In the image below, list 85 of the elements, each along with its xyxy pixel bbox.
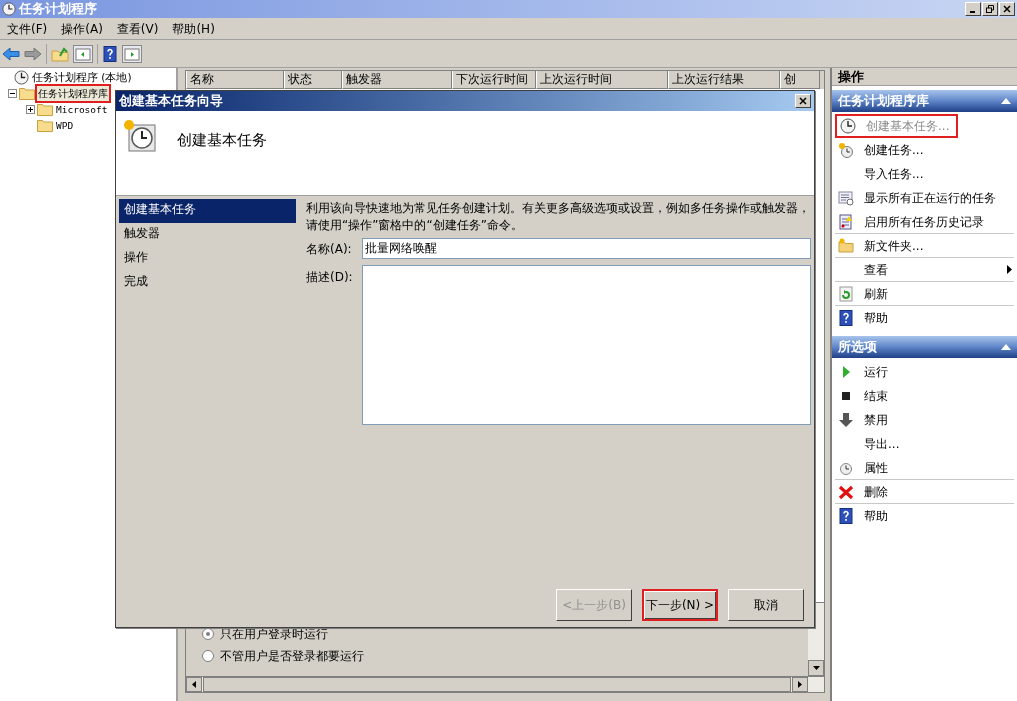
collapse-arrow-icon [1001, 344, 1011, 350]
clock-icon [123, 119, 157, 153]
dialog-title: 创建基本任务向导 [119, 92, 223, 111]
column-header[interactable]: 下次运行时间 [452, 71, 536, 89]
panel-icon[interactable] [73, 44, 93, 63]
folder-up-icon[interactable] [51, 45, 69, 62]
field-label: 名称(A): [306, 240, 353, 258]
menu-item[interactable]: 操作(A) [56, 19, 108, 38]
tree-item[interactable]: 任务计划程序 (本地) [31, 69, 133, 85]
right-arrow-icon[interactable] [798, 681, 802, 688]
close-icon [1003, 5, 1011, 13]
action-item[interactable]: 帮助 [835, 306, 1014, 330]
down-arrow-icon[interactable] [812, 666, 820, 670]
dialog-button[interactable]: 取消 [728, 589, 804, 621]
action-item[interactable]: 导入任务... [835, 162, 1014, 186]
left-arrow-icon[interactable] [192, 681, 196, 688]
close-button[interactable] [999, 2, 1015, 16]
action-item[interactable]: 导出... [835, 432, 1014, 456]
radio-button[interactable] [202, 650, 214, 662]
wizard-step: 触发器 [119, 223, 296, 247]
clock-icon [838, 142, 854, 158]
wizard-step: 创建基本任务 [119, 199, 296, 223]
horizontal-scrollbar[interactable] [186, 676, 824, 692]
action-item[interactable]: 新文件夹... [835, 234, 1014, 258]
column-header[interactable]: 上次运行时间 [536, 71, 668, 89]
window-title: 任务计划程序 [19, 0, 97, 19]
menu-item[interactable]: 查看(V) [111, 19, 164, 38]
wizard-step: 操作 [119, 247, 296, 271]
wizard-intro: 利用该向导快速地为常见任务创建计划。有关更多高级选项或设置，例如多任务操作或触发器，请使用“操作”窗格中的“创建任务”命令。 [306, 200, 811, 234]
menu-item[interactable]: 帮助(H) [167, 19, 220, 38]
expand-toggle[interactable] [26, 104, 35, 114]
action-item[interactable]: 删除 [835, 480, 1014, 504]
tree-item[interactable]: 任务计划程序库 [37, 85, 109, 101]
action-item[interactable]: 运行 [835, 360, 1014, 384]
restore-icon [986, 5, 994, 13]
action-item[interactable]: 查看 [835, 258, 1014, 282]
field-label: 描述(D): [306, 269, 354, 286]
collapse-toggle[interactable] [8, 88, 17, 98]
down-arrow-icon [838, 412, 854, 428]
action-item[interactable]: 创建任务... [835, 138, 1014, 162]
minimize-button[interactable] [965, 2, 981, 16]
folder-icon [19, 86, 35, 100]
radio-label: 不管用户是否登录都要运行 [220, 648, 364, 665]
help-icon [102, 45, 118, 62]
panel-icon[interactable] [122, 44, 142, 63]
menu-item[interactable]: 文件(F) [2, 19, 53, 38]
column-header[interactable]: 创 [780, 71, 820, 89]
tree-item[interactable]: Microsoft [55, 101, 109, 117]
dialog-button[interactable]: 下一步(N) > [642, 589, 718, 621]
input-field[interactable]: 批量网络唤醒 [362, 238, 811, 259]
help-icon [838, 310, 854, 326]
restore-button[interactable] [982, 2, 998, 16]
folder-icon [37, 118, 53, 132]
close-button[interactable] [795, 94, 811, 108]
submenu-arrow-icon [1007, 265, 1012, 274]
wizard-step: 完成 [119, 271, 296, 295]
column-header[interactable]: 状态 [284, 71, 342, 89]
task-list-icon [838, 190, 854, 206]
column-header[interactable]: 触发器 [342, 71, 452, 89]
help-icon [838, 508, 854, 524]
action-item[interactable]: 结束 [835, 384, 1014, 408]
clock-icon [840, 118, 856, 134]
back-arrow-icon[interactable] [2, 46, 20, 61]
action-item[interactable]: 启用所有任务历史记录 [835, 210, 1014, 234]
action-item[interactable]: 属性 [835, 456, 1014, 480]
folder-icon [838, 237, 854, 254]
pane-header: 操作 [832, 68, 1017, 86]
clock-icon [2, 2, 16, 16]
refresh-icon [838, 285, 854, 302]
action-item[interactable]: 刷新 [835, 282, 1014, 306]
plus-icon [27, 105, 34, 113]
section-header[interactable]: 任务计划程序库 [832, 90, 1017, 112]
column-header[interactable]: 名称 [186, 71, 284, 89]
action-item[interactable]: 禁用 [835, 408, 1014, 432]
close-icon [799, 97, 807, 105]
forward-arrow-icon[interactable] [24, 46, 42, 61]
section-header[interactable]: 所选项 [832, 336, 1017, 358]
column-header[interactable]: 上次运行结果 [668, 71, 780, 89]
action-item[interactable]: 帮助 [835, 504, 1014, 528]
collapse-arrow-icon [1001, 98, 1011, 104]
delete-icon [838, 483, 854, 500]
log-icon [838, 213, 854, 230]
tree-item[interactable]: WPD [55, 117, 75, 133]
action-item[interactable]: 显示所有正在运行的任务 [835, 186, 1014, 210]
wizard-heading: 创建基本任务 [177, 130, 267, 151]
